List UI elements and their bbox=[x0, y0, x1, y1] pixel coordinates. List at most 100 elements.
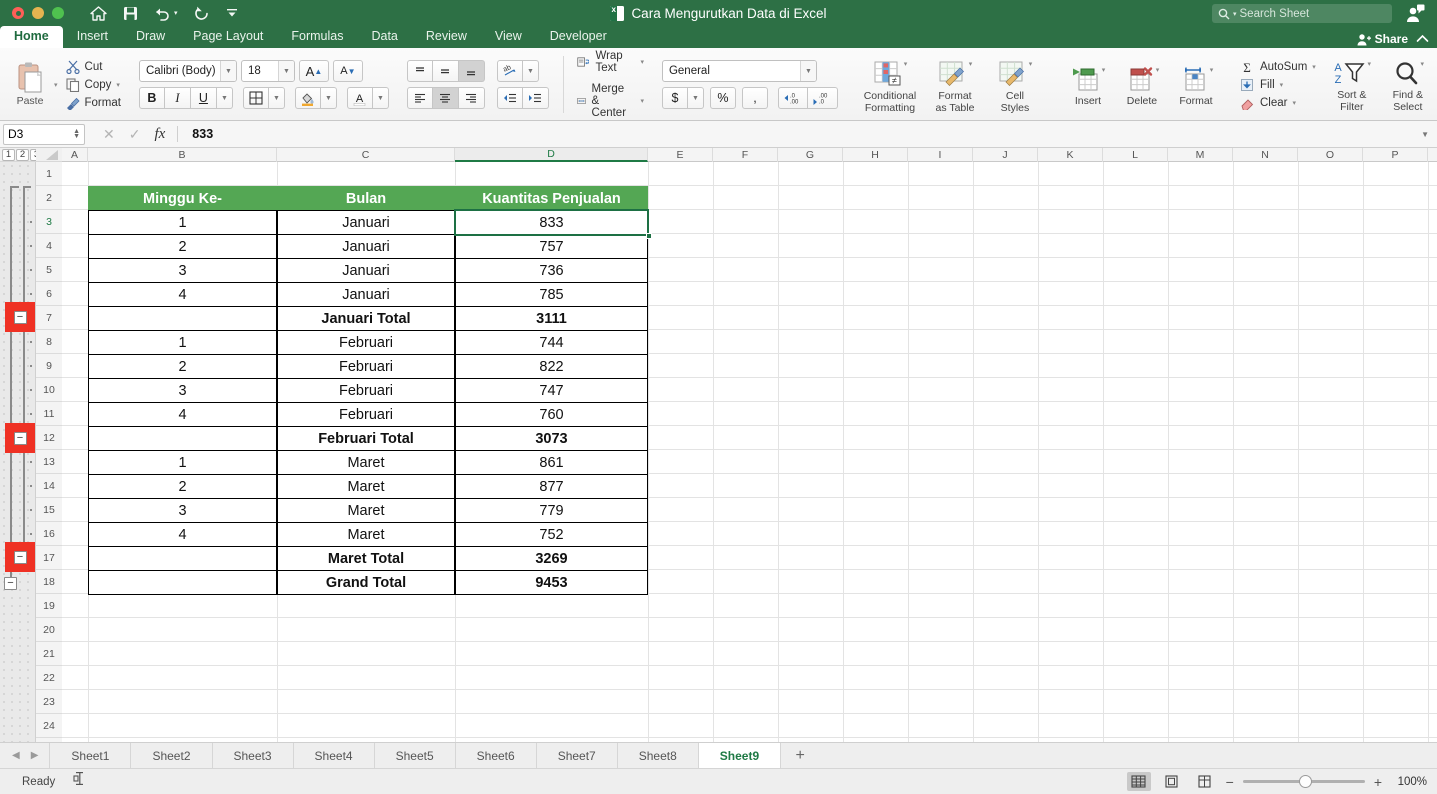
cell-d13[interactable]: 861 bbox=[455, 450, 648, 475]
cell-c17[interactable]: Maret Total bbox=[277, 546, 455, 571]
cell-b7[interactable] bbox=[88, 306, 277, 331]
formula-bar-input[interactable]: 833 bbox=[192, 127, 213, 141]
cell-d5[interactable]: 736 bbox=[455, 258, 648, 283]
zoom-slider[interactable] bbox=[1242, 775, 1365, 789]
fill-chevron-icon[interactable]: ▾ bbox=[1280, 81, 1284, 89]
copy-button[interactable]: Copy ▾ bbox=[65, 77, 121, 92]
maximize-window-icon[interactable] bbox=[52, 7, 64, 19]
sheet-tab-sheet2[interactable]: Sheet2 bbox=[130, 743, 213, 768]
cell-d8[interactable]: 744 bbox=[455, 330, 648, 355]
number-format-select[interactable]: General ▼ bbox=[661, 60, 817, 82]
home-icon[interactable] bbox=[90, 5, 107, 21]
row-header-10[interactable]: 10 bbox=[36, 378, 62, 402]
expand-formula-bar-icon[interactable]: ▼ bbox=[1421, 130, 1429, 139]
increase-indent-button[interactable] bbox=[522, 87, 549, 109]
cell-d10[interactable]: 747 bbox=[455, 378, 648, 403]
row-header-3[interactable]: 3 bbox=[36, 210, 62, 234]
normal-view-button[interactable] bbox=[1126, 772, 1151, 791]
cell-d17[interactable]: 3269 bbox=[455, 546, 648, 571]
conditional-formatting-chevron-icon[interactable]: ▾ bbox=[904, 60, 908, 68]
fill-color-chevron-icon[interactable]: ▼ bbox=[320, 87, 337, 109]
cell-b15[interactable]: 3 bbox=[88, 498, 277, 523]
collapse-group-januari-button[interactable]: − bbox=[13, 310, 27, 324]
cell-c5[interactable]: Januari bbox=[277, 258, 455, 283]
underline-chevron-icon[interactable]: ▼ bbox=[216, 87, 233, 109]
name-box-spinner-icon[interactable]: ▲ ▼ bbox=[73, 128, 80, 140]
minimize-window-icon[interactable] bbox=[32, 7, 44, 19]
cell-c16[interactable]: Maret bbox=[277, 522, 455, 547]
font-color-button[interactable]: A bbox=[346, 87, 373, 109]
insert-cells-button[interactable]: ▾ Insert bbox=[1062, 62, 1114, 107]
row-header-11[interactable]: 11 bbox=[36, 402, 62, 426]
row-header-20[interactable]: 20 bbox=[36, 618, 62, 642]
row-header-16[interactable]: 16 bbox=[36, 522, 62, 546]
cell-b18[interactable] bbox=[88, 570, 277, 595]
decrease-indent-button[interactable] bbox=[496, 87, 523, 109]
share-button[interactable]: Share bbox=[1357, 32, 1408, 46]
font-size-chevron-icon[interactable]: ▼ bbox=[277, 61, 294, 81]
tab-insert[interactable]: Insert bbox=[63, 26, 122, 48]
percent-format-button[interactable]: % bbox=[709, 87, 736, 109]
collapse-group-maret-button[interactable]: − bbox=[13, 550, 27, 564]
cell-d3[interactable]: 833 bbox=[455, 210, 648, 235]
font-family-select[interactable]: Calibri (Body) ▼ bbox=[138, 60, 237, 82]
tab-developer[interactable]: Developer bbox=[536, 26, 621, 48]
row-header-24[interactable]: 24 bbox=[36, 714, 62, 738]
cell-d16[interactable]: 752 bbox=[455, 522, 648, 547]
number-format-chevron-icon[interactable]: ▼ bbox=[799, 61, 816, 81]
align-top-button[interactable] bbox=[406, 60, 433, 82]
tab-home[interactable]: Home bbox=[0, 26, 63, 48]
borders-button[interactable] bbox=[242, 87, 269, 109]
format-as-table-button[interactable]: ▾ Format as Table bbox=[926, 56, 984, 114]
cell-c10[interactable]: Februari bbox=[277, 378, 455, 403]
row-header-19[interactable]: 19 bbox=[36, 594, 62, 618]
row-header-15[interactable]: 15 bbox=[36, 498, 62, 522]
borders-chevron-icon[interactable]: ▼ bbox=[268, 87, 285, 109]
text-orientation-button[interactable]: ab bbox=[496, 60, 523, 82]
sheet-tab-sheet6[interactable]: Sheet6 bbox=[454, 743, 537, 768]
fill-handle[interactable] bbox=[646, 233, 652, 239]
cell-b8[interactable]: 1 bbox=[88, 330, 277, 355]
align-bottom-button[interactable] bbox=[458, 60, 485, 82]
cell-b12[interactable] bbox=[88, 426, 277, 451]
column-header-n[interactable]: N bbox=[1233, 148, 1298, 162]
fill-button[interactable]: Fill ▾ bbox=[1240, 78, 1316, 92]
italic-button[interactable]: I bbox=[164, 87, 191, 109]
font-color-chevron-icon[interactable]: ▼ bbox=[372, 87, 389, 109]
cell-d6[interactable]: 785 bbox=[455, 282, 648, 307]
cell-d7[interactable]: 3111 bbox=[455, 306, 648, 331]
row-header-6[interactable]: 6 bbox=[36, 282, 62, 306]
next-sheet-icon[interactable]: ▶ bbox=[31, 750, 39, 761]
table-header-kuantitas[interactable]: Kuantitas Penjualan bbox=[455, 186, 648, 211]
sheet-tab-sheet5[interactable]: Sheet5 bbox=[373, 743, 456, 768]
row-header-22[interactable]: 22 bbox=[36, 666, 62, 690]
account-icon[interactable] bbox=[1405, 4, 1425, 28]
column-header-d[interactable]: D bbox=[455, 148, 648, 162]
cell-c3[interactable]: Januari bbox=[277, 210, 455, 235]
cell-b11[interactable]: 4 bbox=[88, 402, 277, 427]
sort-filter-button[interactable]: A Z ▾ Sort & Filter bbox=[1324, 56, 1380, 113]
row-header-7[interactable]: 7 bbox=[36, 306, 62, 330]
cell-b9[interactable]: 2 bbox=[88, 354, 277, 379]
row-header-9[interactable]: 9 bbox=[36, 354, 62, 378]
cell-c8[interactable]: Februari bbox=[277, 330, 455, 355]
zoom-out-button[interactable]: − bbox=[1226, 774, 1234, 790]
cell-c15[interactable]: Maret bbox=[277, 498, 455, 523]
cell-b17[interactable] bbox=[88, 546, 277, 571]
cell-d18[interactable]: 9453 bbox=[455, 570, 648, 595]
format-as-table-chevron-icon[interactable]: ▾ bbox=[969, 60, 973, 68]
collapse-ribbon-icon[interactable] bbox=[1416, 32, 1429, 46]
cell-b3[interactable]: 1 bbox=[88, 210, 277, 235]
format-painter-button[interactable]: Format bbox=[66, 96, 121, 110]
page-break-view-button[interactable] bbox=[1193, 772, 1217, 791]
collapse-group-grand-total-button[interactable]: − bbox=[4, 577, 17, 590]
sheet-tab-sheet4[interactable]: Sheet4 bbox=[292, 743, 375, 768]
select-all-corner[interactable] bbox=[36, 148, 62, 162]
row-header-2[interactable]: 2 bbox=[36, 186, 62, 210]
collapse-group-februari-button[interactable]: − bbox=[13, 431, 27, 445]
merge-center-chevron-icon[interactable]: ▾ bbox=[640, 97, 644, 105]
cell-d4[interactable]: 757 bbox=[455, 234, 648, 259]
decrease-font-size-button[interactable]: A ▼ bbox=[332, 60, 363, 82]
row-header-12[interactable]: 12 bbox=[36, 426, 62, 450]
row-header-23[interactable]: 23 bbox=[36, 690, 62, 714]
